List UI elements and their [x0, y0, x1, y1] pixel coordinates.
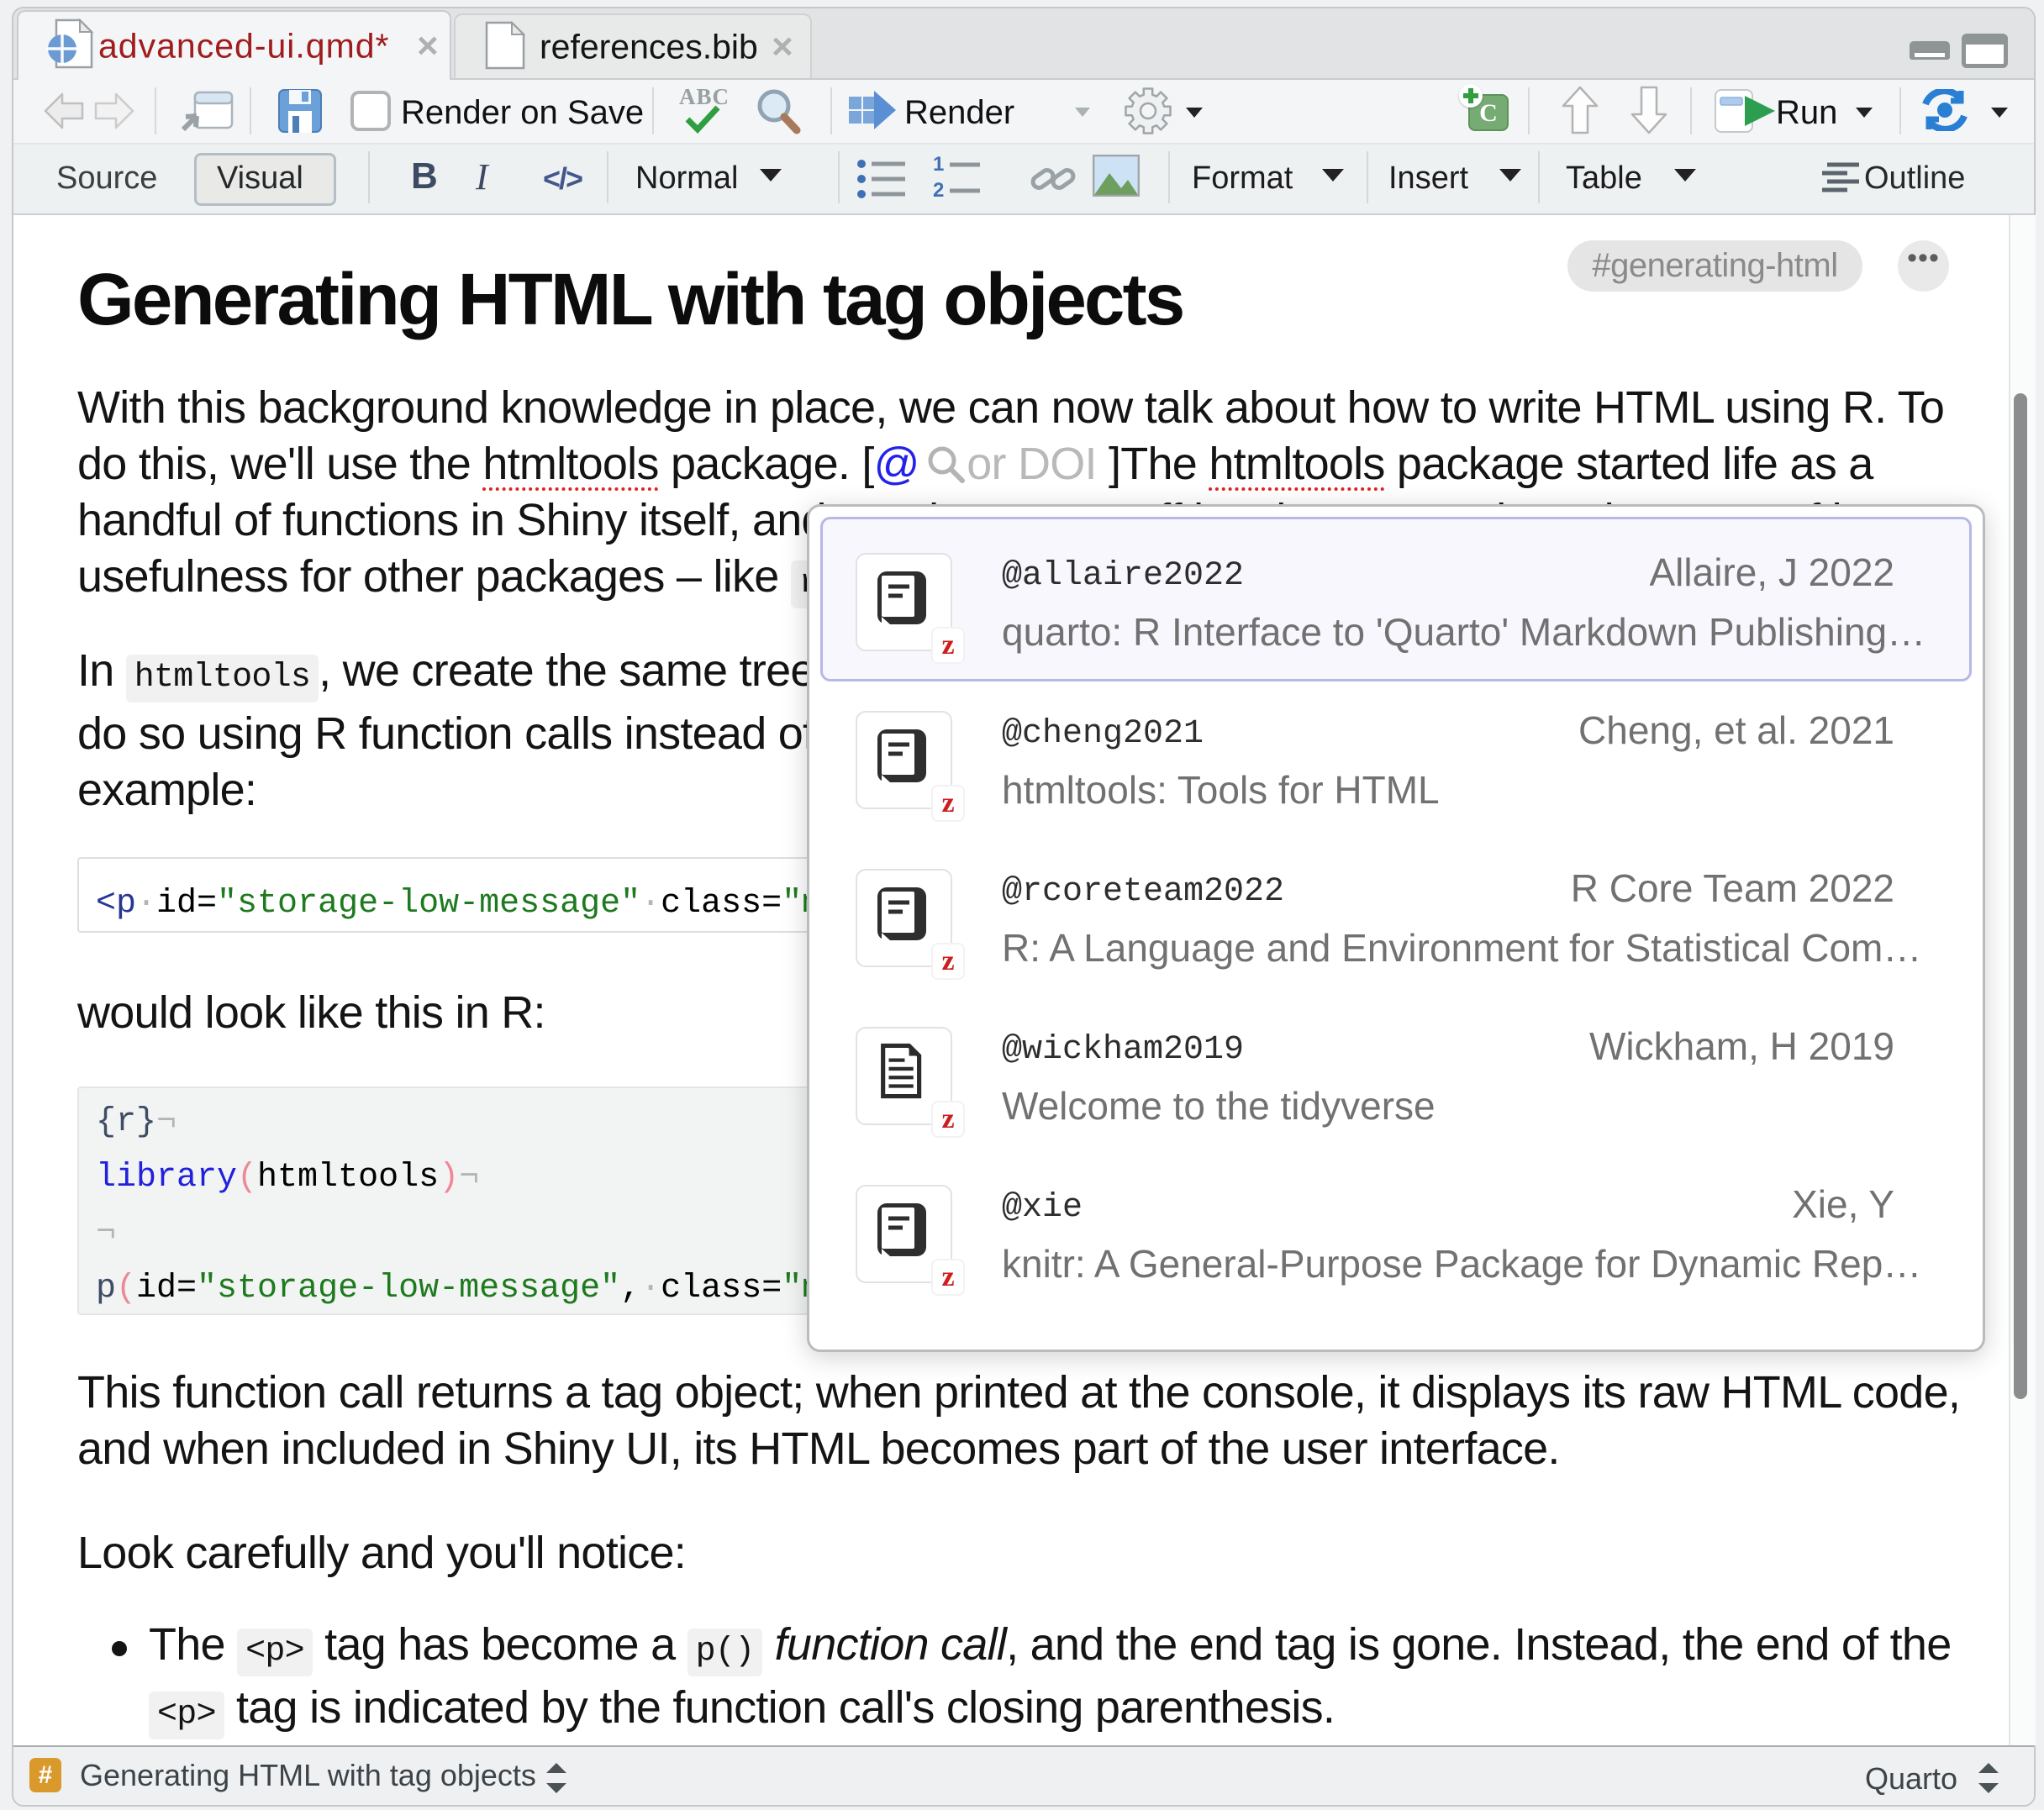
svg-text:2: 2	[933, 179, 944, 202]
svg-text:1: 1	[933, 156, 944, 176]
